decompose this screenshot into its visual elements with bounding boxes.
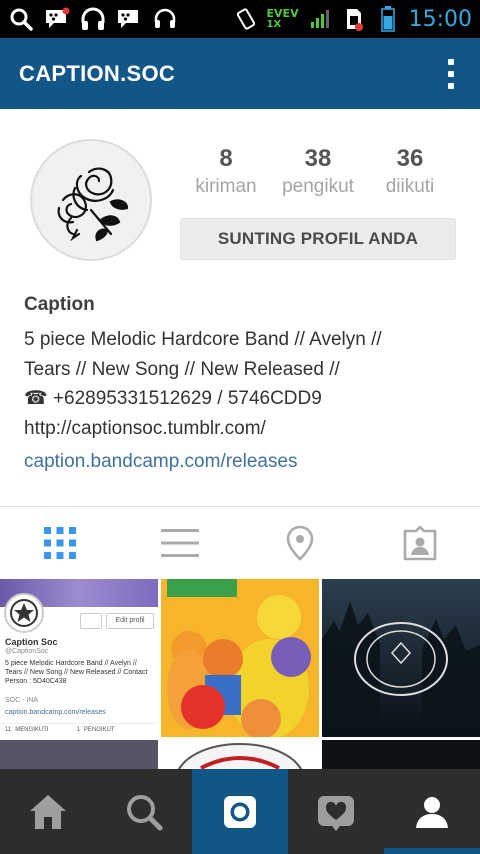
grid-item-sesame-street[interactable] [161,579,319,737]
bio-text: 5 piece Melodic Hardcore Band // Avelyn … [24,329,382,439]
thumbnail-following-label: MENGIKUTI [15,727,49,733]
profile-icon [416,796,448,828]
headset-icon [152,6,178,32]
tab-list[interactable] [120,507,240,579]
thumbnail-name: Caption Soc [5,637,58,647]
posts-stat[interactable]: 8 kiriman [180,145,272,201]
grid-item-partial-3[interactable] [322,740,480,769]
rose-logo [57,167,129,242]
thumbnail-edit-button: Edit profil [106,613,154,629]
star-logo-icon [10,599,38,627]
nav-search[interactable] [96,769,192,854]
grid-item-dark-castle[interactable] [322,579,480,737]
vibrate-icon [233,6,259,32]
following-count: 36 [396,145,424,172]
website-link[interactable]: caption.bandcamp.com/releases [24,447,464,477]
signal-icon [307,6,333,32]
caption-badge-image [177,743,303,769]
thumbnail-avatar [4,593,44,633]
menu-dot [448,58,454,65]
bbm-chat-icon [116,6,142,32]
nav-home[interactable] [0,769,96,854]
posts-count: 8 [219,145,233,172]
thumbnail-following-count: 11 [5,727,12,733]
headphones-icon [80,6,106,32]
avatar[interactable] [30,139,152,261]
posts-label: kiriman [195,176,257,197]
grid-item-partial-2[interactable] [161,740,319,769]
thumbnail-bio: 5 piece Melodic Hardcore Band // Avelyn … [5,660,148,685]
bottom-navigation [0,769,480,854]
followers-count: 38 [304,145,332,172]
clock: 15:00 [408,6,472,32]
grid-item-partial-1[interactable] [0,740,158,769]
follow-icon-button [80,613,102,629]
search-icon [127,794,163,830]
thumbnail-followers-count: 1 [76,727,80,733]
activity-icon [318,795,354,831]
profile-bio: Caption 5 piece Melodic Hardcore Band //… [24,291,464,477]
castle-logo-image [322,579,480,737]
search-notification-icon [8,6,34,32]
overflow-menu-button[interactable] [441,54,461,94]
network-type-secondary: 1X [266,19,282,30]
sesame-street-characters-image [161,579,319,737]
location-icon [286,525,314,561]
thumbnail-handle: @CaptionSoc [5,648,49,655]
menu-dot [448,82,454,89]
tab-location[interactable] [240,507,360,579]
nav-activity[interactable] [288,769,384,854]
grid-view-icon [44,527,76,559]
network-type: EVEV [266,7,299,20]
edit-profile-button[interactable]: SUNTING PROFIL ANDA [180,218,456,260]
menu-dot [448,70,454,77]
camera-icon [224,795,256,828]
thumbnail-location: SOC - INA [5,697,39,704]
thumbnail-counts: 11 MENGIKUTI 1 PENGIKUT [0,723,158,737]
tab-tagged[interactable] [360,507,480,579]
app-bar: CAPTION.SOC [0,38,480,109]
page-title: CAPTION.SOC [19,60,176,86]
network-indicator: EVEV 1X [267,8,299,30]
profile-header: 8 kiriman 38 pengikut 36 diikuti SUNTING… [0,109,480,509]
sim-icon [341,6,367,32]
profile-stats: 8 kiriman 38 pengikut 36 diikuti [180,145,456,201]
nav-profile[interactable] [384,769,480,854]
bbm-notification-icon [44,6,70,32]
status-bar: EVEV 1X 15:00 [0,0,480,38]
photo-grid: Edit profil Caption Soc @CaptionSoc 5 pi… [0,579,480,769]
battery-icon [375,6,401,32]
list-view-icon [161,529,199,557]
thumbnail-link: caption.bandcamp.com/releases [5,709,106,716]
followers-stat[interactable]: 38 pengikut [272,145,364,201]
thumbnail-followers-label: PENGIKUT [83,727,115,733]
profile-name: Caption [24,294,95,315]
followers-label: pengikut [282,176,354,197]
following-stat[interactable]: 36 diikuti [364,145,456,201]
view-tabs [0,507,480,579]
following-label: diikuti [385,176,435,197]
grid-item-profile-screenshot[interactable]: Edit profil Caption Soc @CaptionSoc 5 pi… [0,579,158,737]
home-icon [30,794,66,829]
nav-camera[interactable] [192,769,288,854]
tab-grid[interactable] [0,507,120,579]
tagged-photos-icon [403,525,437,561]
profile-screenshot-thumbnail: Edit profil Caption Soc @CaptionSoc 5 pi… [0,579,158,737]
